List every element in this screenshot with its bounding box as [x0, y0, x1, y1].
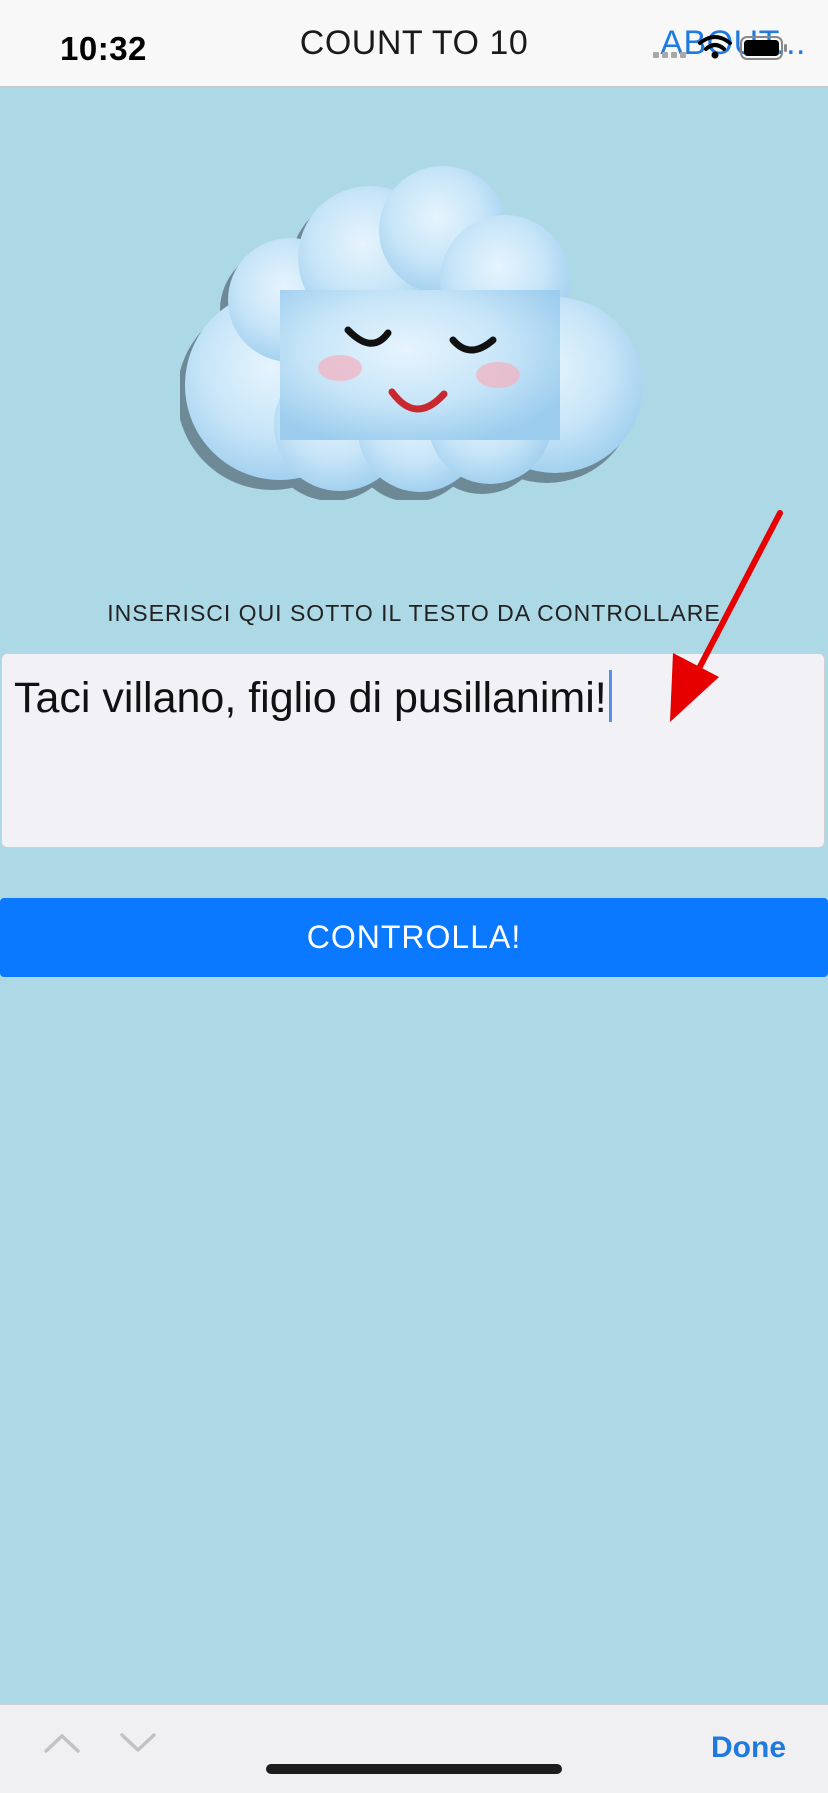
done-button[interactable]: Done — [711, 1731, 786, 1765]
keyboard-accessory-bar: Done — [0, 1704, 828, 1793]
check-button[interactable]: CONTROLLA! — [0, 898, 828, 977]
chevron-up-icon[interactable] — [42, 1731, 82, 1755]
signal-dots-icon — [653, 52, 686, 58]
cloud-illustration — [180, 166, 643, 500]
red-arrow-annotation — [670, 510, 783, 722]
battery-icon — [740, 36, 787, 60]
home-indicator[interactable] — [266, 1764, 562, 1774]
chevron-down-icon[interactable] — [118, 1731, 158, 1755]
navigation-bar: 10:32 COUNT TO 10 ABOUT... — [0, 0, 828, 87]
wifi-icon — [698, 35, 732, 59]
text-cursor — [608, 670, 612, 722]
text-input-value: Taci villano, figlio di pusillanimi! — [14, 674, 607, 722]
